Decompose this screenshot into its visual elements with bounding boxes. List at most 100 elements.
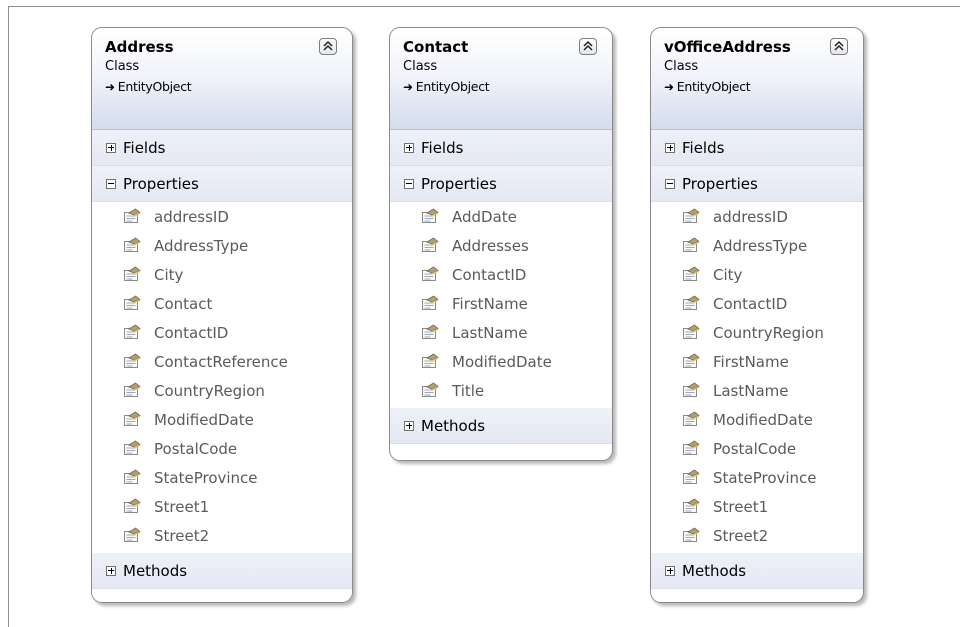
property-icon — [682, 411, 700, 428]
property-name: LastName — [452, 323, 528, 342]
collapse-icon[interactable] — [319, 38, 337, 55]
class-header: Contact Class ➜ EntityObject — [390, 28, 612, 130]
property-item[interactable]: addressID — [651, 202, 863, 231]
section-properties[interactable]: Properties — [390, 166, 612, 202]
property-item[interactable]: PostalCode — [651, 434, 863, 463]
section-methods[interactable]: Methods — [651, 553, 863, 589]
property-item[interactable]: LastName — [390, 318, 612, 347]
section-label: Fields — [123, 138, 166, 157]
property-icon — [421, 353, 439, 370]
class-box-address[interactable]: Address Class ➜ EntityObject Fields Prope… — [91, 27, 353, 603]
property-name: StateProvince — [154, 468, 258, 487]
property-icon — [682, 440, 700, 457]
expand-plus-icon[interactable] — [106, 565, 116, 576]
property-item[interactable]: FirstName — [390, 289, 612, 318]
property-item[interactable]: Street1 — [92, 492, 352, 521]
property-item[interactable]: StateProvince — [651, 463, 863, 492]
property-icon — [123, 266, 141, 283]
section-properties[interactable]: Properties — [92, 166, 352, 202]
property-item[interactable]: Street2 — [651, 521, 863, 550]
inheritance-arrow-icon: ➜ — [403, 80, 413, 94]
class-box-contact[interactable]: Contact Class ➜ EntityObject Fields Prope… — [389, 27, 613, 461]
class-base: ➜ EntityObject — [105, 77, 340, 97]
property-icon — [682, 237, 700, 254]
property-list: addressID AddressType City ContactID Country… — [651, 202, 863, 553]
property-item[interactable]: ContactID — [92, 318, 352, 347]
base-class-name: EntityObject — [676, 79, 751, 94]
property-name: CountryRegion — [154, 381, 265, 400]
property-item[interactable]: CountryRegion — [92, 376, 352, 405]
property-name: ModifiedDate — [713, 410, 813, 429]
property-item[interactable]: CountryRegion — [651, 318, 863, 347]
property-item[interactable]: Addresses — [390, 231, 612, 260]
property-item[interactable]: City — [651, 260, 863, 289]
property-icon — [421, 266, 439, 283]
property-item[interactable]: LastName — [651, 376, 863, 405]
property-name: ContactReference — [154, 352, 288, 371]
section-fields[interactable]: Fields — [390, 130, 612, 166]
class-box-voffice-address[interactable]: vOfficeAddress Class ➜ EntityObject Field… — [650, 27, 864, 603]
property-item[interactable]: PostalCode — [92, 434, 352, 463]
class-header: vOfficeAddress Class ➜ EntityObject — [651, 28, 863, 130]
property-icon — [682, 324, 700, 341]
section-properties[interactable]: Properties — [651, 166, 863, 202]
property-name: PostalCode — [713, 439, 797, 458]
section-label: Fields — [421, 138, 464, 157]
collapse-minus-icon[interactable] — [665, 178, 675, 189]
property-item[interactable]: ModifiedDate — [390, 347, 612, 376]
base-class-name: EntityObject — [117, 79, 192, 94]
section-fields[interactable]: Fields — [651, 130, 863, 166]
property-name: Street2 — [713, 526, 769, 545]
collapse-minus-icon[interactable] — [106, 178, 116, 189]
collapse-minus-icon[interactable] — [404, 178, 414, 189]
property-item[interactable]: ContactID — [651, 289, 863, 318]
property-item[interactable]: AddressType — [651, 231, 863, 260]
class-base: ➜ EntityObject — [403, 77, 600, 97]
section-methods[interactable]: Methods — [390, 408, 612, 444]
collapse-icon[interactable] — [579, 38, 597, 55]
expand-plus-icon[interactable] — [665, 142, 675, 153]
property-name: AddressType — [154, 236, 249, 255]
section-label: Properties — [682, 174, 758, 193]
property-item[interactable]: ModifiedDate — [651, 405, 863, 434]
inheritance-arrow-icon: ➜ — [664, 80, 674, 94]
property-icon — [682, 382, 700, 399]
property-icon — [421, 324, 439, 341]
property-item[interactable]: Contact — [92, 289, 352, 318]
property-icon — [682, 266, 700, 283]
collapse-icon[interactable] — [830, 38, 848, 55]
class-name: vOfficeAddress — [664, 38, 791, 56]
property-name: addressID — [154, 207, 229, 226]
expand-plus-icon[interactable] — [404, 142, 414, 153]
property-item[interactable]: ContactReference — [92, 347, 352, 376]
expand-plus-icon[interactable] — [665, 565, 675, 576]
section-methods[interactable]: Methods — [92, 553, 352, 589]
property-item[interactable]: Title — [390, 376, 612, 405]
expand-plus-icon[interactable] — [106, 142, 116, 153]
section-label: Methods — [123, 561, 188, 580]
property-name: Addresses — [452, 236, 529, 255]
property-item[interactable]: addressID — [92, 202, 352, 231]
property-list: addressID AddressType City Contact ContactID… — [92, 202, 352, 553]
property-item[interactable]: AddDate — [390, 202, 612, 231]
expand-plus-icon[interactable] — [404, 420, 414, 431]
property-icon — [421, 295, 439, 312]
property-item[interactable]: AddressType — [92, 231, 352, 260]
property-name: Street1 — [154, 497, 210, 516]
property-icon — [123, 353, 141, 370]
class-kind: Class — [105, 59, 140, 74]
section-fields[interactable]: Fields — [92, 130, 352, 166]
property-item[interactable]: StateProvince — [92, 463, 352, 492]
property-item[interactable]: ModifiedDate — [92, 405, 352, 434]
property-item[interactable]: City — [92, 260, 352, 289]
property-icon — [123, 498, 141, 515]
property-item[interactable]: ContactID — [390, 260, 612, 289]
property-icon — [682, 498, 700, 515]
property-name: Street1 — [713, 497, 769, 516]
property-item[interactable]: FirstName — [651, 347, 863, 376]
property-name: LastName — [713, 381, 789, 400]
property-icon — [123, 440, 141, 457]
property-item[interactable]: Street1 — [651, 492, 863, 521]
property-item[interactable]: Street2 — [92, 521, 352, 550]
property-name: AddDate — [452, 207, 517, 226]
